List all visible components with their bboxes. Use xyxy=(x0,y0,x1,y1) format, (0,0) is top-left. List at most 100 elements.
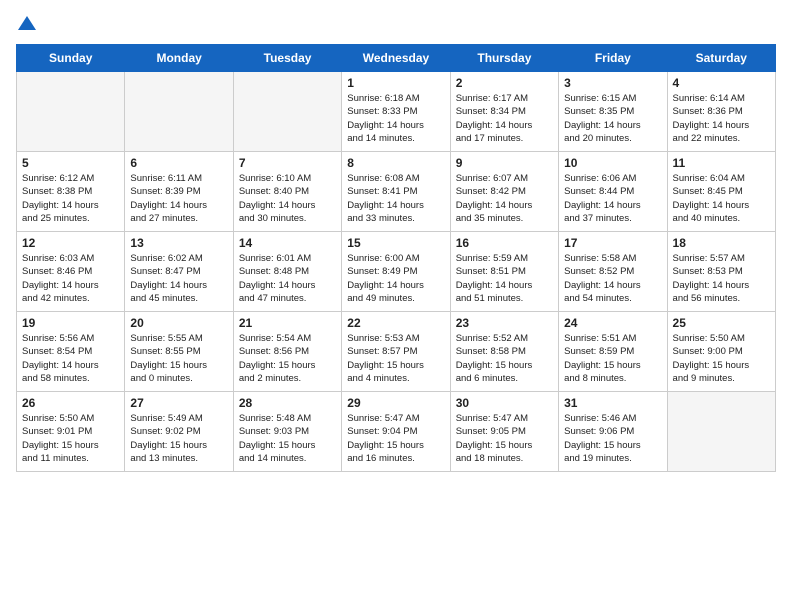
day-number: 28 xyxy=(239,396,336,410)
day-number: 29 xyxy=(347,396,444,410)
calendar-cell: 8 Sunrise: 6:08 AM Sunset: 8:41 PM Daylig… xyxy=(342,152,450,232)
calendar-cell: 15 Sunrise: 6:00 AM Sunset: 8:49 PM Dayli… xyxy=(342,232,450,312)
day-number: 5 xyxy=(22,156,119,170)
day-info: Sunrise: 5:47 AM Sunset: 9:04 PM Dayligh… xyxy=(347,412,444,465)
day-number: 7 xyxy=(239,156,336,170)
calendar-cell: 23 Sunrise: 5:52 AM Sunset: 8:58 PM Dayli… xyxy=(450,312,558,392)
calendar-cell: 19 Sunrise: 5:56 AM Sunset: 8:54 PM Dayli… xyxy=(17,312,125,392)
day-info: Sunrise: 5:59 AM Sunset: 8:51 PM Dayligh… xyxy=(456,252,553,305)
day-info: Sunrise: 5:56 AM Sunset: 8:54 PM Dayligh… xyxy=(22,332,119,385)
day-number: 19 xyxy=(22,316,119,330)
day-number: 3 xyxy=(564,76,661,90)
day-info: Sunrise: 6:11 AM Sunset: 8:39 PM Dayligh… xyxy=(130,172,227,225)
day-info: Sunrise: 5:46 AM Sunset: 9:06 PM Dayligh… xyxy=(564,412,661,465)
calendar-cell: 30Sunrise: 5:47 AM Sunset: 9:05 PM Dayli… xyxy=(450,392,558,472)
calendar-header-row: SundayMondayTuesdayWednesdayThursdayFrid… xyxy=(17,45,776,72)
calendar-week-5: 26 Sunrise: 5:50 AM Sunset: 9:01 PM Dayli… xyxy=(17,392,776,472)
day-number: 26 xyxy=(22,396,119,410)
day-number: 2 xyxy=(456,76,553,90)
day-number: 23 xyxy=(456,316,553,330)
day-number: 18 xyxy=(673,236,770,250)
day-number: 6 xyxy=(130,156,227,170)
calendar-cell xyxy=(233,72,341,152)
day-info: Sunrise: 6:01 AM Sunset: 8:48 PM Dayligh… xyxy=(239,252,336,305)
day-number: 21 xyxy=(239,316,336,330)
day-info: Sunrise: 6:10 AM Sunset: 8:40 PM Dayligh… xyxy=(239,172,336,225)
day-number: 17 xyxy=(564,236,661,250)
day-number: 13 xyxy=(130,236,227,250)
day-info: Sunrise: 5:54 AM Sunset: 8:56 PM Dayligh… xyxy=(239,332,336,385)
calendar-cell: 4 Sunrise: 6:14 AM Sunset: 8:36 PM Daylig… xyxy=(667,72,775,152)
day-info: Sunrise: 6:14 AM Sunset: 8:36 PM Dayligh… xyxy=(673,92,770,145)
calendar-weekday-sunday: Sunday xyxy=(17,45,125,72)
day-info: Sunrise: 5:58 AM Sunset: 8:52 PM Dayligh… xyxy=(564,252,661,305)
day-info: Sunrise: 6:08 AM Sunset: 8:41 PM Dayligh… xyxy=(347,172,444,225)
calendar-cell: 27Sunrise: 5:49 AM Sunset: 9:02 PM Dayli… xyxy=(125,392,233,472)
calendar-cell: 31 Sunrise: 5:46 AM Sunset: 9:06 PM Dayli… xyxy=(559,392,667,472)
calendar-cell: 13 Sunrise: 6:02 AM Sunset: 8:47 PM Dayli… xyxy=(125,232,233,312)
calendar-weekday-wednesday: Wednesday xyxy=(342,45,450,72)
calendar-body: 1 Sunrise: 6:18 AM Sunset: 8:33 PM Daylig… xyxy=(17,72,776,472)
day-info: Sunrise: 5:51 AM Sunset: 8:59 PM Dayligh… xyxy=(564,332,661,385)
day-info: Sunrise: 5:52 AM Sunset: 8:58 PM Dayligh… xyxy=(456,332,553,385)
logo xyxy=(16,16,36,32)
calendar-cell: 10 Sunrise: 6:06 AM Sunset: 8:44 PM Dayli… xyxy=(559,152,667,232)
day-info: Sunrise: 5:49 AM Sunset: 9:02 PM Dayligh… xyxy=(130,412,227,465)
day-info: Sunrise: 5:53 AM Sunset: 8:57 PM Dayligh… xyxy=(347,332,444,385)
calendar-weekday-saturday: Saturday xyxy=(667,45,775,72)
calendar-cell: 17 Sunrise: 5:58 AM Sunset: 8:52 PM Dayli… xyxy=(559,232,667,312)
logo-icon xyxy=(18,14,36,32)
day-info: Sunrise: 6:18 AM Sunset: 8:33 PM Dayligh… xyxy=(347,92,444,145)
day-info: Sunrise: 6:00 AM Sunset: 8:49 PM Dayligh… xyxy=(347,252,444,305)
day-number: 24 xyxy=(564,316,661,330)
calendar-cell: 20 Sunrise: 5:55 AM Sunset: 8:55 PM Dayli… xyxy=(125,312,233,392)
day-number: 22 xyxy=(347,316,444,330)
calendar-table: SundayMondayTuesdayWednesdayThursdayFrid… xyxy=(16,44,776,472)
calendar-week-2: 5Sunrise: 6:12 AM Sunset: 8:38 PM Daylig… xyxy=(17,152,776,232)
calendar-cell: 26 Sunrise: 5:50 AM Sunset: 9:01 PM Dayli… xyxy=(17,392,125,472)
day-info: Sunrise: 5:50 AM Sunset: 9:01 PM Dayligh… xyxy=(22,412,119,465)
calendar-cell: 21 Sunrise: 5:54 AM Sunset: 8:56 PM Dayli… xyxy=(233,312,341,392)
day-info: Sunrise: 5:57 AM Sunset: 8:53 PM Dayligh… xyxy=(673,252,770,305)
calendar-cell xyxy=(667,392,775,472)
day-info: Sunrise: 6:07 AM Sunset: 8:42 PM Dayligh… xyxy=(456,172,553,225)
day-number: 10 xyxy=(564,156,661,170)
day-info: Sunrise: 6:17 AM Sunset: 8:34 PM Dayligh… xyxy=(456,92,553,145)
calendar-cell xyxy=(17,72,125,152)
day-info: Sunrise: 5:48 AM Sunset: 9:03 PM Dayligh… xyxy=(239,412,336,465)
day-number: 15 xyxy=(347,236,444,250)
day-number: 14 xyxy=(239,236,336,250)
day-number: 30 xyxy=(456,396,553,410)
calendar-cell: 14 Sunrise: 6:01 AM Sunset: 8:48 PM Dayli… xyxy=(233,232,341,312)
day-info: Sunrise: 6:04 AM Sunset: 8:45 PM Dayligh… xyxy=(673,172,770,225)
day-number: 9 xyxy=(456,156,553,170)
calendar-weekday-thursday: Thursday xyxy=(450,45,558,72)
day-number: 16 xyxy=(456,236,553,250)
day-number: 8 xyxy=(347,156,444,170)
calendar-cell: 9 Sunrise: 6:07 AM Sunset: 8:42 PM Daylig… xyxy=(450,152,558,232)
day-info: Sunrise: 6:06 AM Sunset: 8:44 PM Dayligh… xyxy=(564,172,661,225)
day-number: 20 xyxy=(130,316,227,330)
day-info: Sunrise: 6:03 AM Sunset: 8:46 PM Dayligh… xyxy=(22,252,119,305)
calendar-cell xyxy=(125,72,233,152)
calendar-cell: 22 Sunrise: 5:53 AM Sunset: 8:57 PM Dayli… xyxy=(342,312,450,392)
calendar-week-3: 12 Sunrise: 6:03 AM Sunset: 8:46 PM Dayli… xyxy=(17,232,776,312)
calendar-cell: 16 Sunrise: 5:59 AM Sunset: 8:51 PM Dayli… xyxy=(450,232,558,312)
day-number: 4 xyxy=(673,76,770,90)
calendar-cell: 18 Sunrise: 5:57 AM Sunset: 8:53 PM Dayli… xyxy=(667,232,775,312)
day-number: 12 xyxy=(22,236,119,250)
calendar-cell: 5Sunrise: 6:12 AM Sunset: 8:38 PM Daylig… xyxy=(17,152,125,232)
calendar-cell: 11Sunrise: 6:04 AM Sunset: 8:45 PM Dayli… xyxy=(667,152,775,232)
calendar-cell: 6 Sunrise: 6:11 AM Sunset: 8:39 PM Daylig… xyxy=(125,152,233,232)
day-number: 31 xyxy=(564,396,661,410)
day-number: 1 xyxy=(347,76,444,90)
day-info: Sunrise: 5:55 AM Sunset: 8:55 PM Dayligh… xyxy=(130,332,227,385)
calendar-weekday-tuesday: Tuesday xyxy=(233,45,341,72)
day-info: Sunrise: 6:15 AM Sunset: 8:35 PM Dayligh… xyxy=(564,92,661,145)
page-header xyxy=(16,16,776,32)
calendar-cell: 25Sunrise: 5:50 AM Sunset: 9:00 PM Dayli… xyxy=(667,312,775,392)
calendar-week-4: 19 Sunrise: 5:56 AM Sunset: 8:54 PM Dayli… xyxy=(17,312,776,392)
calendar-cell: 29 Sunrise: 5:47 AM Sunset: 9:04 PM Dayli… xyxy=(342,392,450,472)
day-info: Sunrise: 6:02 AM Sunset: 8:47 PM Dayligh… xyxy=(130,252,227,305)
calendar-cell: 2 Sunrise: 6:17 AM Sunset: 8:34 PM Daylig… xyxy=(450,72,558,152)
